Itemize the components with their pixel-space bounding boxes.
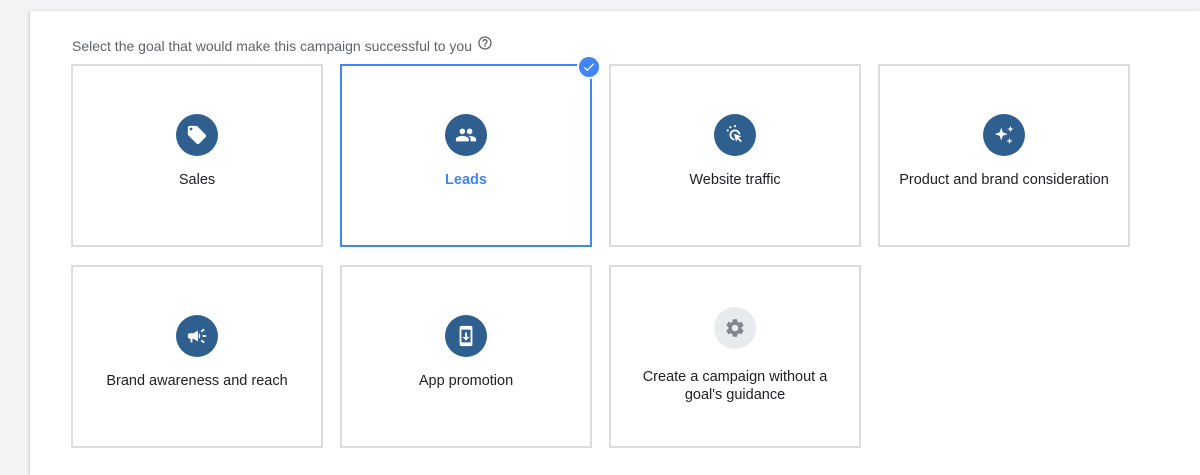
phone-download-icon xyxy=(445,315,487,357)
sparkle-icon xyxy=(983,114,1025,156)
goal-selection-panel: Select the goal that would make this cam… xyxy=(30,11,1200,475)
goal-card-product-brand-consideration[interactable]: Product and brand consideration xyxy=(878,64,1130,247)
people-icon xyxy=(445,114,487,156)
goal-card-label: Create a campaign without a goal's guida… xyxy=(642,369,828,403)
selected-check-icon xyxy=(577,55,601,79)
goal-card-label: Sales xyxy=(178,172,216,188)
help-circle-icon[interactable] xyxy=(477,35,493,51)
tag-icon xyxy=(176,114,218,156)
goal-card-app-promotion[interactable]: App promotion xyxy=(340,265,592,448)
megaphone-icon xyxy=(176,315,218,357)
goal-card-no-guidance[interactable]: Create a campaign without a goal's guida… xyxy=(609,265,861,448)
goal-prompt-text: Select the goal that would make this cam… xyxy=(72,38,472,54)
goal-card-label: Website traffic xyxy=(689,172,781,188)
cursor-click-icon xyxy=(714,114,756,156)
goal-card-label: Product and brand consideration xyxy=(899,172,1109,188)
goal-card-website-traffic[interactable]: Website traffic xyxy=(609,64,861,247)
goal-card-label: App promotion xyxy=(418,373,514,389)
gear-icon xyxy=(714,307,756,349)
goal-prompt: Select the goal that would make this cam… xyxy=(72,35,493,54)
goal-card-label: Brand awareness and reach xyxy=(106,373,288,389)
goal-card-leads[interactable]: Leads xyxy=(340,55,601,247)
goal-card-label: Leads xyxy=(445,172,487,188)
goal-card-sales[interactable]: Sales xyxy=(71,64,323,247)
goal-card-brand-awareness[interactable]: Brand awareness and reach xyxy=(71,265,323,448)
